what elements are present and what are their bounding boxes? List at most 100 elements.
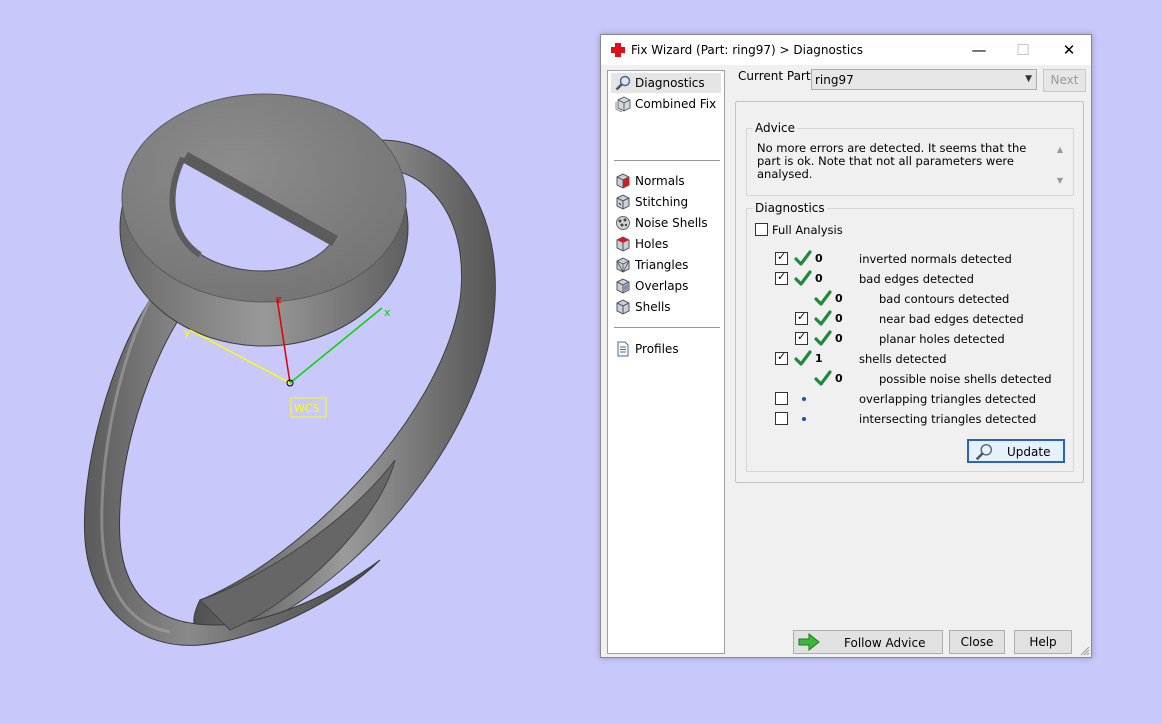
diagnostic-checkbox[interactable]: ✓ — [775, 350, 788, 365]
green-check-icon — [794, 349, 812, 367]
nav-item-holes[interactable]: Holes — [611, 234, 721, 254]
current-part-select[interactable]: ring97 ▼ — [811, 69, 1037, 90]
diagnostic-checkbox[interactable]: ✓ — [795, 330, 808, 345]
resize-grip-icon[interactable] — [1080, 646, 1090, 656]
nav-item-triangles[interactable]: Triangles — [611, 255, 721, 275]
diagnostic-checkbox[interactable]: ✓ — [795, 310, 808, 325]
diagnostic-count: 1 — [815, 352, 823, 365]
update-button[interactable]: Update — [967, 439, 1065, 463]
current-part-label: Current Part: — [738, 69, 815, 83]
diagnostic-label: near bad edges detected — [879, 312, 1024, 326]
ring-model[interactable]: z x y WCS — [0, 0, 600, 724]
cube-stack-icon — [615, 96, 631, 112]
full-analysis-label: Full Analysis — [772, 223, 843, 237]
nav-label: Diagnostics — [635, 76, 705, 90]
red-cross-icon — [611, 43, 625, 57]
wcs-label: WCS — [294, 402, 320, 415]
advice-text: No more errors are detected. It seems th… — [757, 141, 1027, 181]
diagnostic-count: 0 — [835, 312, 843, 325]
nav-label: Shells — [635, 300, 671, 314]
current-part-value: ring97 — [815, 73, 854, 87]
update-label: Update — [1007, 445, 1051, 459]
diagnostic-label: planar holes detected — [879, 332, 1005, 346]
diagnostic-label: possible noise shells detected — [879, 372, 1052, 386]
diagnostic-label: bad edges detected — [859, 272, 974, 286]
checkmark-icon: ✓ — [797, 310, 807, 323]
magnifier-icon — [975, 443, 993, 461]
checkmark-icon: ✓ — [777, 270, 787, 283]
noise-shells-icon — [616, 216, 630, 230]
advice-group: Advice No more errors are detected. It s… — [746, 121, 1074, 196]
follow-advice-label: Follow Advice — [844, 636, 926, 650]
green-check-icon — [814, 309, 832, 327]
nav-label: Combined Fix — [635, 97, 717, 111]
nav-label: Holes — [635, 237, 669, 251]
scroll-up-icon[interactable]: ▲ — [1057, 145, 1063, 154]
diagnostic-label: inverted normals detected — [859, 252, 1012, 266]
diagnostics-group: Diagnostics Full Analysis ✓ 0 inverted nor… — [746, 201, 1074, 472]
close-window-button[interactable]: ✕ — [1046, 35, 1092, 65]
nav-label: Stitching — [635, 195, 689, 209]
wizard-nav-panel: Diagnostics Combined Fix Normals Stitchi… — [607, 70, 725, 654]
dialog-titlebar[interactable]: Fix Wizard (Part: ring97) > Diagnostics … — [601, 35, 1091, 65]
nav-divider — [614, 160, 720, 161]
triangles-cube-icon — [616, 257, 630, 273]
overlaps-cube-icon — [616, 278, 630, 294]
nav-item-noise-shells[interactable]: Noise Shells — [611, 213, 721, 233]
shells-cube-icon — [616, 299, 630, 315]
close-button[interactable]: Close — [949, 630, 1005, 654]
normals-cube-icon — [616, 173, 630, 189]
diagnostic-checkbox[interactable] — [775, 412, 788, 425]
minimize-button[interactable]: — — [956, 35, 1002, 65]
help-button[interactable]: Help — [1014, 630, 1072, 654]
diagnostic-checkbox[interactable]: ✓ — [775, 250, 788, 265]
3d-viewport[interactable]: z x y WCS — [0, 0, 600, 724]
advice-title: Advice — [753, 121, 798, 135]
fix-wizard-dialog: Fix Wizard (Part: ring97) > Diagnostics … — [600, 34, 1092, 658]
nav-divider — [614, 327, 720, 328]
diagnostic-count: 0 — [835, 372, 843, 385]
nav-item-combined-fix[interactable]: Combined Fix — [611, 94, 721, 114]
diagnostic-label: overlapping triangles detected — [859, 392, 1037, 406]
nav-label: Noise Shells — [635, 216, 708, 230]
magnifier-icon — [615, 75, 631, 91]
diagnostic-count: 0 — [815, 272, 823, 285]
green-check-icon — [794, 269, 812, 287]
maximize-button[interactable]: ☐ — [1000, 35, 1046, 65]
diagnostic-label: bad contours detected — [879, 292, 1010, 306]
scroll-down-icon[interactable]: ▼ — [1057, 176, 1063, 185]
checkmark-icon: ✓ — [797, 330, 807, 343]
diagnostics-title: Diagnostics — [753, 201, 827, 215]
stitching-cube-icon — [616, 194, 630, 210]
diagnostic-label: intersecting triangles detected — [859, 412, 1037, 426]
nav-label: Overlaps — [635, 279, 689, 293]
document-icon — [617, 341, 629, 357]
green-arrow-icon — [798, 633, 820, 651]
nav-label: Normals — [635, 174, 685, 188]
nav-item-profiles[interactable]: Profiles — [611, 339, 721, 359]
diagnostic-label: shells detected — [859, 352, 947, 366]
chevron-down-icon: ▼ — [1025, 74, 1032, 84]
nav-label: Triangles — [635, 258, 689, 272]
z-axis-label: z — [276, 293, 282, 306]
nav-item-stitching[interactable]: Stitching — [611, 192, 721, 212]
follow-advice-button[interactable]: Follow Advice — [793, 630, 943, 654]
green-check-icon — [814, 329, 832, 347]
dialog-title: Fix Wizard (Part: ring97) > Diagnostics — [631, 43, 864, 57]
nav-item-diagnostics[interactable]: Diagnostics — [611, 73, 721, 93]
checkmark-icon: ✓ — [777, 250, 787, 263]
diagnostic-checkbox[interactable] — [775, 392, 788, 405]
nav-item-shells[interactable]: Shells — [611, 297, 721, 317]
diagnostic-count: 0 — [835, 332, 843, 345]
nav-item-normals[interactable]: Normals — [611, 171, 721, 191]
diagnostic-checkbox[interactable]: ✓ — [775, 270, 788, 285]
diagnostic-count: 0 — [815, 252, 823, 265]
nav-item-overlaps[interactable]: Overlaps — [611, 276, 721, 296]
checkmark-icon: ✓ — [777, 350, 787, 363]
next-button[interactable]: Next — [1043, 69, 1086, 92]
pending-dot-icon — [802, 397, 806, 401]
pending-dot-icon — [802, 417, 806, 421]
x-axis-label: x — [384, 306, 391, 319]
holes-cube-icon — [616, 236, 630, 252]
full-analysis-checkbox[interactable] — [755, 223, 768, 236]
